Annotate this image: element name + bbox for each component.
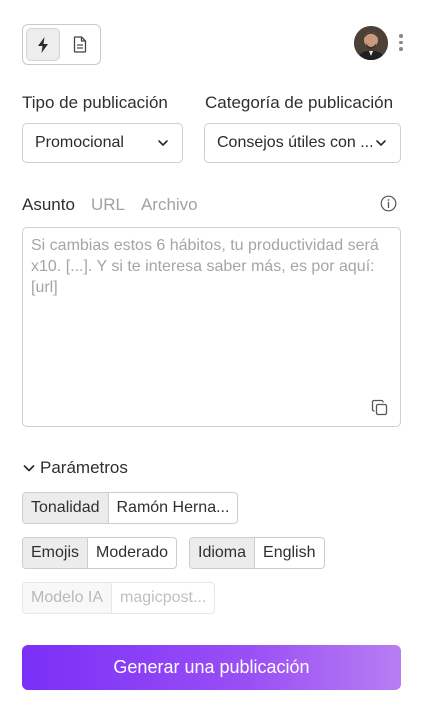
source-tabs: Asunto URL Archivo <box>22 195 198 215</box>
emojis-pill[interactable]: Emojis Moderado <box>22 537 178 569</box>
copy-icon[interactable] <box>371 399 389 417</box>
parameters-label: Parámetros <box>40 458 128 477</box>
category-select-value: Consejos útiles con ... <box>217 134 374 151</box>
document-icon <box>74 36 87 53</box>
ai-model-key: Modelo IA <box>23 583 113 613</box>
category-label: Categoría de publicación <box>205 93 394 112</box>
type-select[interactable]: Promocional <box>22 123 183 163</box>
tab-archivo[interactable]: Archivo <box>141 195 198 215</box>
quick-mode-button[interactable] <box>26 28 60 61</box>
category-select[interactable]: Consejos útiles con ... <box>204 123 401 163</box>
tonality-value: Ramón Herna... <box>116 499 230 516</box>
generate-post-button[interactable]: Generar una publicación <box>22 645 401 690</box>
language-pill[interactable]: Idioma English <box>189 537 325 569</box>
tab-asunto[interactable]: Asunto <box>22 195 75 215</box>
chevron-down-icon <box>23 465 35 472</box>
tonality-pill[interactable]: Tonalidad Ramón Herna... <box>22 492 239 524</box>
more-options-button[interactable] <box>395 34 407 54</box>
type-select-value: Promocional <box>35 134 124 151</box>
emojis-key: Emojis <box>23 538 89 568</box>
chevron-down-icon <box>376 140 386 146</box>
ai-model-pill: Modelo IA magicpost... <box>22 582 216 614</box>
user-avatar[interactable] <box>354 26 388 60</box>
mode-toggle <box>22 24 101 65</box>
more-vertical-icon <box>399 34 403 38</box>
document-mode-button[interactable] <box>64 28 97 61</box>
tonality-key: Tonalidad <box>23 493 109 523</box>
language-value: English <box>263 544 316 561</box>
language-key: Idioma <box>190 538 256 568</box>
chevron-down-icon <box>158 140 168 146</box>
parameters-toggle[interactable]: Parámetros <box>22 458 128 478</box>
subject-textarea[interactable] <box>22 227 401 427</box>
type-label: Tipo de publicación <box>22 93 168 112</box>
tab-url[interactable]: URL <box>91 195 125 215</box>
info-icon[interactable] <box>380 195 397 212</box>
ai-model-value: magicpost... <box>120 589 207 606</box>
emojis-value: Moderado <box>96 544 169 561</box>
lightning-icon <box>37 36 48 53</box>
